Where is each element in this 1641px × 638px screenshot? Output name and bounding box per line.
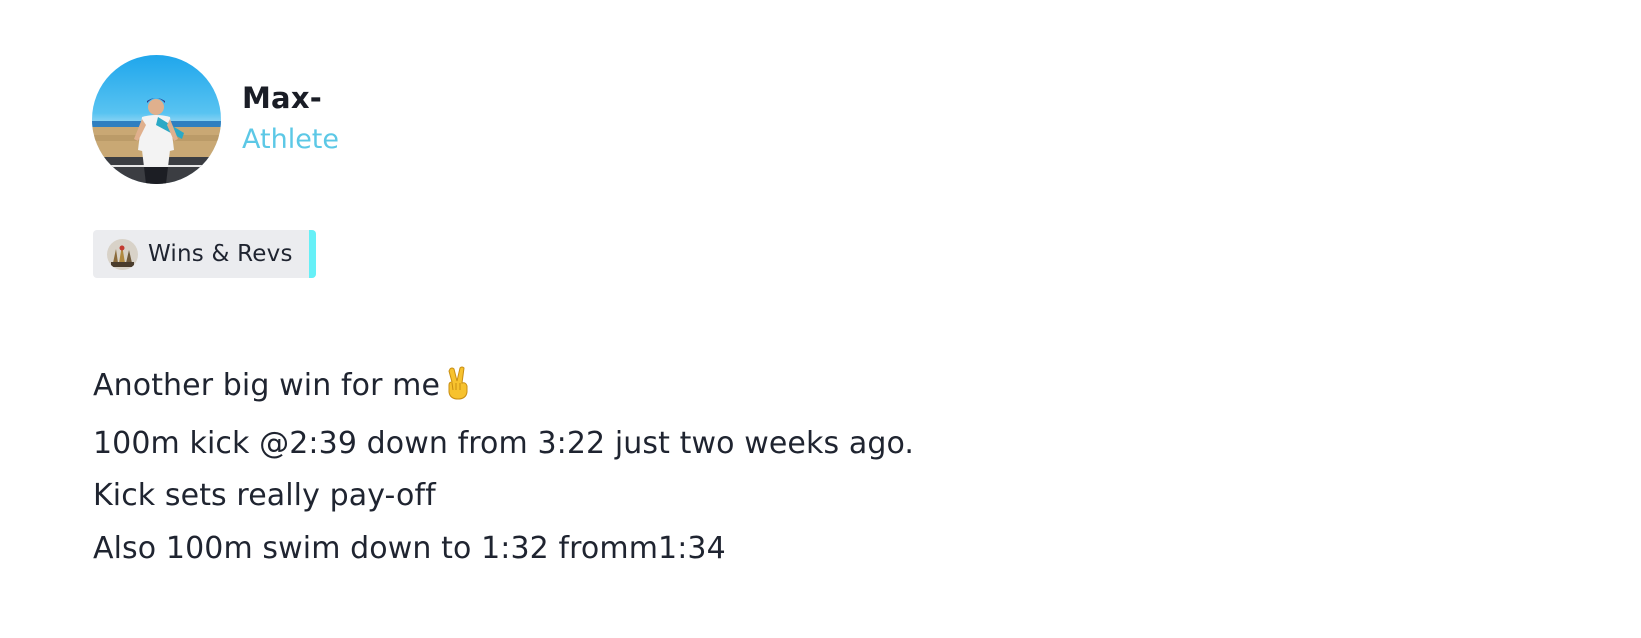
post-line: Another big win for me [93,360,1493,418]
trophy-icon [107,238,138,270]
post-line: 100m kick @2:39 down from 3:22 just two … [93,425,915,461]
author-info: Max- Athlete [242,79,339,160]
avatar[interactable] [92,55,221,184]
author-name[interactable]: Max- [242,79,339,117]
avatar-photo [92,55,221,184]
author-role: Athlete [242,124,340,155]
category-label: Wins & Revs [148,241,293,267]
category-accent-bar [309,230,316,278]
post-body: Another big win for me 100m kick @2:39 d… [93,360,1493,575]
post-line-text: Another big win for me [93,368,441,403]
post-line: Kick sets really pay-off [93,478,436,513]
victory-hand-icon [444,365,472,418]
author-header: Max- Athlete [92,55,339,184]
post-line: Also 100m swim down to 1:32 fromm1:34 [93,530,726,566]
category-tag[interactable]: Wins & Revs [93,230,316,278]
post-card: Max- Athlete Wins & Revs Another big win… [0,0,1641,638]
